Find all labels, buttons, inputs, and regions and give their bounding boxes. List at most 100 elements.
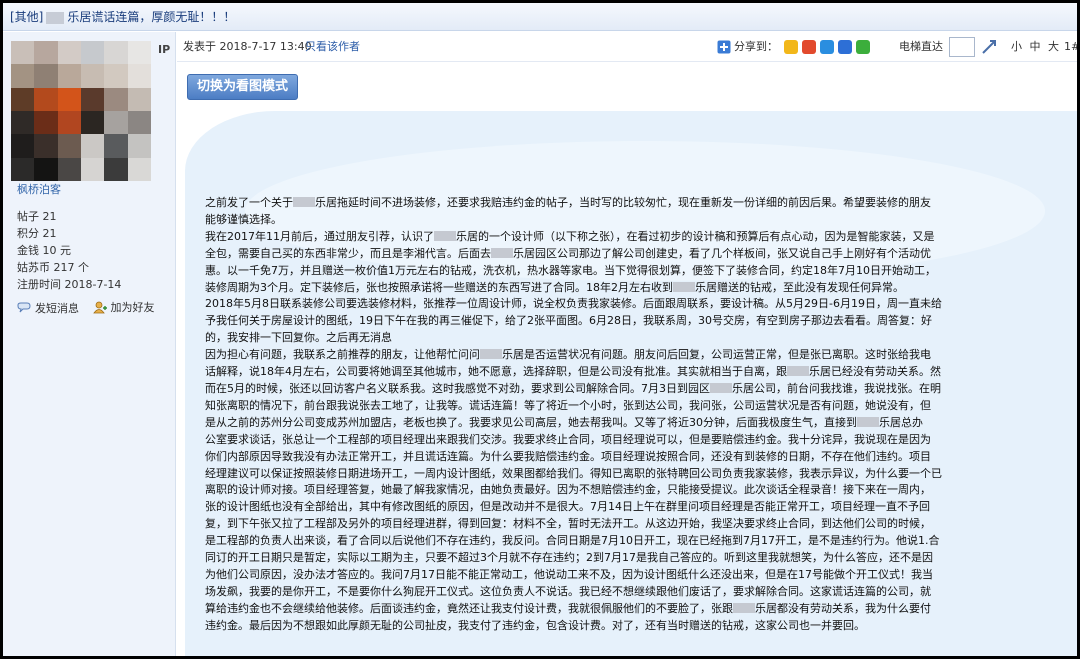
post-text-segment: 离职的设计师对接。项目经理答复，她最了解我家情况，由她负责最好。因为不想赔偿违约… [205,483,931,497]
floor-number: 1# [1064,40,1080,53]
post-line: 而在5月的时候，张还以回访客户名义联系我。这时我感觉不对劲，要求到公司解除合同。… [205,381,1065,398]
floor-jump-label: 电梯直达 [899,40,943,53]
share-label: 分享到： [734,40,778,53]
author-stat-row: 姑苏币 217 个 [17,259,121,276]
post-text-segment: 因为担心有问题，我联系之前推荐的朋友，让他帮忙问问 [205,348,480,362]
share-renren-icon[interactable] [838,40,852,54]
avatar-tile [11,64,35,88]
post-line: 张的设计图纸也没有全部给出，其中有修改图纸的原因，但是改动并不是很大。7月14日… [205,499,1065,516]
avatar-tile [81,41,105,65]
post-text-segment: 全包，需要自己买的东西非常少，而且是李湘代言。后面去 [205,246,491,260]
floor-jump: 电梯直达 [899,32,997,62]
avatar[interactable] [11,41,151,181]
redacted-name [787,366,809,377]
author-actions: 发短消息 加为好友 [17,299,165,317]
post-text-segment: 乐居园区公司那边了解公司创建史，看了几个样板间，张又说自己手上刚好有个活动优 [513,246,931,260]
post-text-segment: 乐居总办 [879,415,923,429]
post-text-segment: 我在2017年11月前后，通过朋友引荐，认识了 [205,229,434,243]
share-plus-icon [717,40,731,54]
redacted-name [710,382,732,393]
avatar-tile [127,41,151,65]
avatar-tile [127,157,151,181]
avatar-tile [81,64,105,88]
avatar-tile [34,64,58,88]
post-text-segment: 乐居是否运营状况有问题。朋友问后回复，公司运营正常，但是张已离职。这时张给我电 [502,348,931,362]
send-message-button[interactable]: 发短消息 [17,300,79,316]
redacted-name [293,197,315,207]
share-weibo-icon[interactable] [802,40,816,54]
redacted-name [857,416,879,427]
post-text-segment: 为他们公司原因，没办法才答应的。我问7月17日能不能正常动工，他说动工来不及，因… [205,567,933,581]
avatar-tile [104,111,128,135]
post-body-text: 之前发了一个关于 乐居拖延时间不进场装修，还要求我赔违约金的帖子，当时写的比较匆忙… [205,195,1065,635]
message-icon [17,302,31,312]
post-line: 场发飙，我要的是你开工，不是要你什么狗屁开工仪式。这位负责人不说话。我已经不想继… [205,584,1065,601]
avatar-tile [11,157,35,181]
post-line: 惠。以一千免7万，并且赠送一枚价值1万元左右的钻戒，洗衣机，热水器等家电。当下觉… [205,263,1065,280]
post-text-segment: 惠。以一千免7万，并且赠送一枚价值1万元左右的钻戒，洗衣机，热水器等家电。当下觉… [205,263,936,277]
post-text-segment: 乐居公司，前台问我找谁，我说找张。在明 [732,381,941,395]
post-text-segment: 乐居已经没有劳动关系。然 [809,365,941,379]
post-line: 复，到下午张又拉了工程部及另外的项目经理进群，得到回复：材料不全，暂时无法开工。… [205,516,1065,533]
avatar-tile [127,111,151,135]
avatar-tile [81,134,105,158]
author-stat-value: 10 元 [39,244,71,257]
avatar-tile [57,41,81,65]
post-line: 是从之前的苏州分公司变成苏州加盟店，老板也换了。我要求见公司高层，她去帮我叫。又… [205,415,1065,432]
post-text-segment: 经理建议可以保证按照装修日期进场开工，一周内设计图纸，效果图都给我们。得知已离职… [205,466,942,480]
screenshot-frame: [其他] 乐居谎话连篇，厚颜无耻！！！ IP 枫桥泊客 帖子 21 积分 21 金钱 … [0,0,1080,659]
post-text-segment: 是从之前的苏州分公司变成苏州加盟店，老板也换了。我要求见公司高层，她去帮我叫。又… [205,415,857,429]
share-bar: 分享到： [717,32,874,62]
avatar-tile [104,41,128,65]
post-line: 全包，需要自己买的东西非常少，而且是李湘代言。后面去 乐居园区公司那边了解公司创建… [205,246,1065,263]
floor-jump-go-icon[interactable] [981,39,997,55]
post-text-segment: 乐居都没有劳动关系，我为什么要付 [755,601,931,615]
avatar-tile [127,134,151,158]
post-line: 我在2017年11月前后，通过朋友引荐，认识了 乐居的一个设计师（以下称之张），在… [205,229,1065,246]
floor-jump-input[interactable] [949,37,975,57]
share-qzone-icon[interactable] [784,40,798,54]
redacted-name [46,11,65,24]
view-author-only-link[interactable]: 只看该作者 [305,32,360,62]
avatar-tile [127,64,151,88]
author-stat-label: 注册时间 [17,278,61,291]
post-line: 为他们公司原因，没办法才答应的。我问7月17日能不能正常动工，他说动工来不及，因… [205,567,1065,584]
avatar-tile [81,87,105,111]
post-text-segment: 之前发了一个关于 [205,196,293,209]
author-username-link[interactable]: 枫桥泊客 [17,181,61,197]
share-qq-icon[interactable] [820,40,834,54]
post-text-segment: 知张离职的情况下，前台跟我说张去工地了，让我等。谎话连篇！等了将近一个小时，张到… [205,398,931,412]
avatar-tile [104,87,128,111]
thread-title-bar: [其他] 乐居谎话连篇，厚颜无耻！！！ [3,3,1077,31]
avatar-tile [34,111,58,135]
author-sidebar: IP 枫桥泊客 帖子 21 积分 21 金钱 10 元姑苏币 217 个注册时间 2… [3,32,176,656]
author-stat-value: 21 [39,227,57,240]
avatar-tile [11,134,35,158]
post-text-segment: 复，到下午张又拉了工程部及另外的项目经理进群，得到回复：材料不全，暂时无法开工。… [205,517,931,531]
redacted-name [733,602,755,613]
post-line: 知张离职的情况下，前台跟我说张去工地了，让我等。谎话连篇！等了将近一个小时，张到… [205,398,1065,415]
avatar-tile [34,134,58,158]
author-stat-label: 姑苏币 [17,261,50,274]
post-line: 2018年5月8日联系装修公司要选装修材料，张推荐一位周设计师，说全权负责我家装… [205,296,1065,313]
avatar-tile [81,157,105,181]
switch-image-mode-button[interactable]: 切换为看图模式 [187,74,298,100]
post-text-segment: 予我任何关于房屋设计的图纸，19日下午在我的再三催促下，给了2张平面图。6月28… [205,314,932,328]
add-friend-button[interactable]: 加为好友 [92,299,155,315]
avatar-tile [57,111,81,135]
avatar-tile [34,41,58,65]
author-stat-row: 金钱 10 元 [17,242,121,259]
post-text-segment: 违约金。最后因为不想跟如此厚颜无耻的公司扯皮，我支付了违约金，包含设计费。对了，… [205,618,865,632]
post-line: 予我任何关于房屋设计的图纸，19日下午在我的再三催促下，给了2张平面图。6月28… [205,313,1065,330]
share-wechat-icon[interactable] [856,40,870,54]
post-line: 的，我安排一下回复你。之后再无消息 [205,330,1065,347]
avatar-tile [34,157,58,181]
post-line: 违约金。最后因为不想跟如此厚颜无耻的公司扯皮，我支付了违约金，包含设计费。对了，… [205,618,1065,635]
avatar-tile [104,134,128,158]
avatar-tile [104,157,128,181]
author-stat-value: 21 [39,210,57,223]
font-size-switch[interactable]: 小 中 大 [1011,32,1061,62]
post-header: 发表于 2018-7-17 13:40 只看该作者 分享到： 电梯直达 小 中 … [177,32,1077,62]
avatar-tile [104,64,128,88]
add-friend-label: 加为好友 [110,301,155,314]
